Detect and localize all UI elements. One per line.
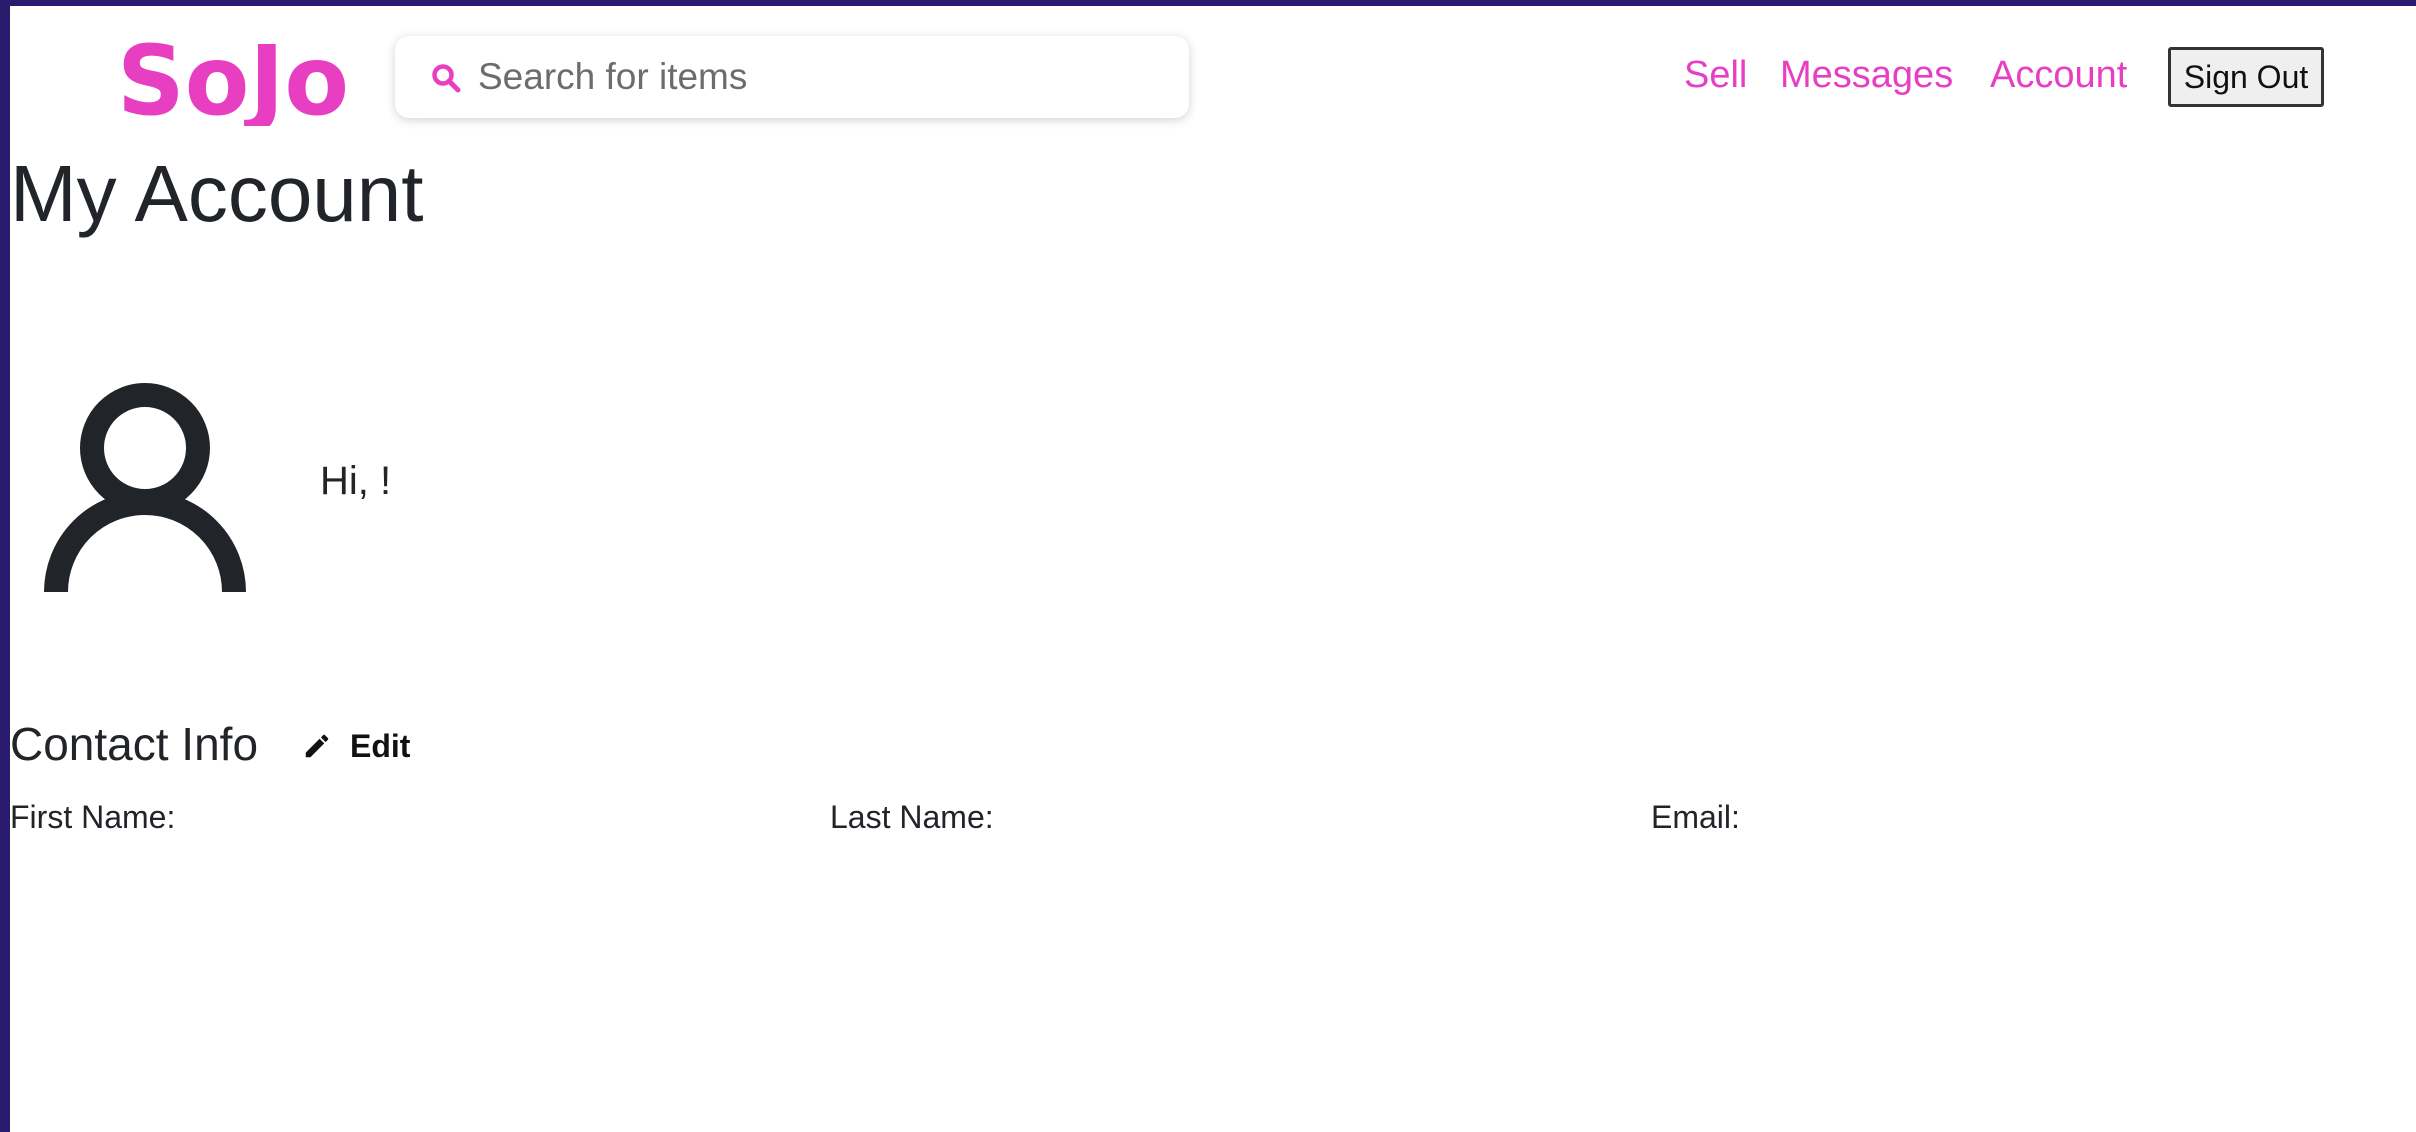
greeting-text: Hi, ! bbox=[320, 459, 392, 503]
nav-account-link[interactable]: Account bbox=[1990, 54, 2127, 97]
nav-messages-link[interactable]: Messages bbox=[1780, 54, 1953, 97]
search-icon bbox=[432, 64, 461, 93]
nav-sell-link[interactable]: Sell bbox=[1684, 54, 1747, 97]
search-input[interactable] bbox=[478, 36, 1168, 118]
account-page: SoJo Sell Messages Account Sign Out My A… bbox=[10, 6, 2416, 1132]
first-name-label: First Name: bbox=[10, 799, 176, 835]
page-title: My Account bbox=[10, 149, 424, 238]
email-label: Email: bbox=[1651, 799, 1740, 835]
user-icon bbox=[44, 383, 246, 593]
last-name-label: Last Name: bbox=[830, 799, 994, 835]
edit-label: Edit bbox=[350, 727, 411, 764]
edit-contact-button[interactable]: Edit bbox=[302, 724, 410, 768]
sojo-logo[interactable]: SoJo bbox=[113, 36, 353, 126]
svg-text:SoJo: SoJo bbox=[117, 36, 349, 126]
search-bar bbox=[395, 36, 1189, 118]
sign-out-button[interactable]: Sign Out bbox=[2168, 47, 2324, 107]
pencil-icon bbox=[305, 734, 329, 758]
contact-info-heading: Contact Info bbox=[10, 718, 259, 770]
